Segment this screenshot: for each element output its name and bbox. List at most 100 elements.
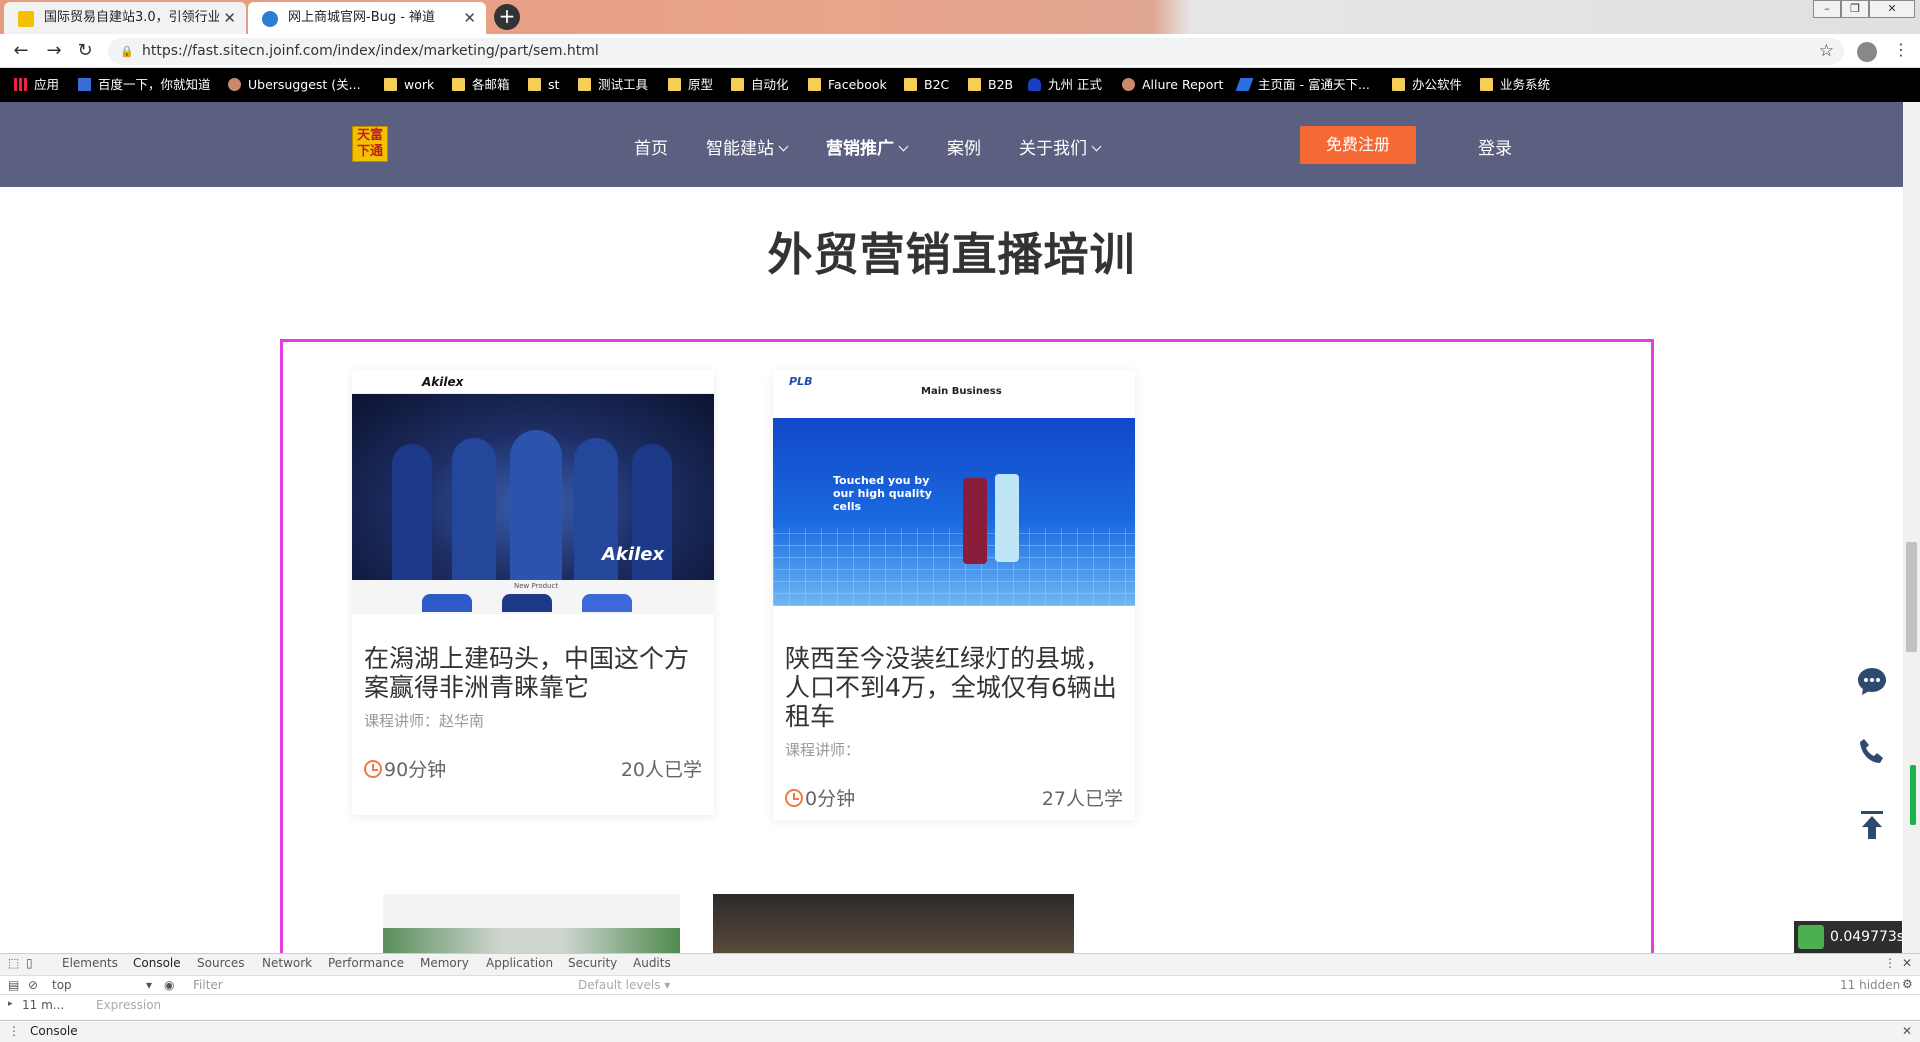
bookmark-baidu[interactable]: 百度一下，你就知道: [78, 76, 211, 94]
thumb-heading: Main Business: [921, 386, 1002, 397]
course-card[interactable]: PLB Main Business Touched you by our hig…: [773, 370, 1135, 820]
devtools-menu-icon[interactable]: ⋮: [1884, 956, 1896, 970]
course-teacher: 课程讲师：: [785, 741, 861, 759]
minimize-window-icon[interactable]: –: [1813, 0, 1841, 18]
thumb-site-header: Akilex: [352, 370, 714, 394]
console-toolbar: ▤ ⊘ top ▾ ◉ Filter Default levels ▾ 11 hi…: [0, 975, 1920, 995]
bookmark-apps[interactable]: 应用: [14, 76, 59, 94]
bookmark-futong[interactable]: 主页面 - 富通天下...: [1235, 76, 1370, 94]
person-icon: [1028, 78, 1041, 91]
bookmark-b2b[interactable]: B2B: [968, 76, 1013, 94]
bookmark-jiuzhou[interactable]: 九州 正式: [1028, 76, 1102, 94]
devtools-tab-sources[interactable]: Sources: [197, 956, 244, 970]
nav-about[interactable]: 关于我们: [1019, 134, 1102, 159]
url-input[interactable]: 🔒 https://fast.sitecn.joinf.com/index/in…: [108, 38, 1844, 65]
bookmark-star-icon[interactable]: ☆: [1819, 38, 1834, 65]
devtools-tab-security[interactable]: Security: [568, 956, 617, 970]
console-filter-input[interactable]: Filter: [193, 978, 223, 992]
course-thumbnail: Akilex Akilex New Product: [352, 370, 714, 614]
bookmark-allure[interactable]: Allure Report: [1122, 76, 1223, 94]
bookmark-automation[interactable]: 自动化: [731, 76, 789, 94]
thumb-brand-overlay: Akilex: [602, 544, 665, 565]
tab-bug[interactable]: 网上商城官网-Bug - 禅道 ✕: [248, 2, 486, 34]
bookmark-st[interactable]: st: [528, 76, 559, 94]
futong-logo-icon: [1235, 78, 1254, 91]
eye-icon[interactable]: ◉: [164, 978, 174, 992]
ubersuggest-icon: [228, 78, 241, 91]
devtools-tab-performance[interactable]: Performance: [328, 956, 404, 970]
device-toolbar-icon[interactable]: ▯: [26, 956, 33, 970]
clear-console-icon[interactable]: ⊘: [28, 978, 38, 992]
nav-marketing[interactable]: 营销推广: [826, 134, 909, 159]
apps-grid-icon: [14, 78, 27, 91]
back-to-top-icon[interactable]: [1855, 808, 1889, 842]
bookmark-work[interactable]: work: [384, 76, 434, 94]
bookmark-business[interactable]: 业务系统: [1480, 76, 1550, 94]
forward-icon[interactable]: →: [43, 40, 65, 62]
thumb-brand-text: Akilex: [422, 375, 464, 389]
bookmark-mailboxes[interactable]: 各邮箱: [452, 76, 510, 94]
nav-home[interactable]: 首页: [634, 134, 668, 159]
course-title[interactable]: 陕西至今没装红绿灯的县城，人口不到4万，全城仅有6辆出租车: [773, 614, 1135, 731]
nav-cases[interactable]: 案例: [947, 134, 981, 159]
menu-kebab-icon[interactable]: ⋮: [1893, 40, 1909, 59]
thumb-site-header: PLB Main Business: [773, 370, 1135, 418]
drawer-menu-icon[interactable]: ⋮: [8, 1024, 20, 1038]
course-learners: 20人已学: [620, 759, 702, 781]
bookmark-test-tools[interactable]: 测试工具: [578, 76, 648, 94]
live-expression-placeholder[interactable]: Expression: [96, 998, 161, 1012]
console-settings-gear-icon[interactable]: ⚙: [1902, 977, 1913, 991]
url-text: https://fast.sitecn.joinf.com/index/inde…: [142, 43, 599, 59]
course-card[interactable]: Akilex Akilex New Product 在潟湖上建码头，中国这个方案…: [352, 370, 714, 815]
phone-icon[interactable]: [1855, 735, 1889, 769]
bookmark-prototype[interactable]: 原型: [668, 76, 713, 94]
register-button[interactable]: 免费注册: [1300, 126, 1416, 164]
tab-active[interactable]: 国际贸易自建站3.0，引领行业变 ✕: [4, 2, 246, 34]
devtools-tab-audits[interactable]: Audits: [633, 956, 671, 970]
scrollbar-thumb[interactable]: [1906, 542, 1917, 652]
tab-title: 国际贸易自建站3.0，引领行业变: [44, 10, 234, 25]
devtools-tab-console[interactable]: Console: [133, 956, 181, 970]
log-levels-select[interactable]: Default levels ▾: [578, 978, 670, 992]
new-tab-button[interactable]: +: [494, 4, 520, 30]
bookmarks-bar: 应用 百度一下，你就知道 Ubersuggest (关... work 各邮箱 …: [0, 68, 1920, 102]
bookmark-ubersuggest[interactable]: Ubersuggest (关...: [228, 76, 361, 94]
page-scrollbar[interactable]: [1903, 102, 1920, 953]
lock-icon: 🔒: [120, 45, 134, 58]
course-meta: 90分钟 20人已学: [352, 731, 714, 791]
reload-icon[interactable]: ↻: [74, 40, 96, 62]
drawer-tab-console[interactable]: Console: [30, 1024, 78, 1038]
profile-avatar[interactable]: [1857, 42, 1877, 62]
course-title[interactable]: 在潟湖上建码头，中国这个方案赢得非洲青睐靠它: [352, 614, 714, 702]
devtools-tab-memory[interactable]: Memory: [420, 956, 469, 970]
devtools-tab-elements[interactable]: Elements: [62, 956, 118, 970]
close-window-icon[interactable]: ✕: [1869, 0, 1915, 18]
login-link[interactable]: 登录: [1478, 134, 1512, 159]
bookmark-facebook[interactable]: Facebook: [808, 76, 887, 94]
chat-bubble-icon[interactable]: [1855, 664, 1889, 698]
bookmark-office[interactable]: 办公软件: [1392, 76, 1462, 94]
sidebar-toggle-icon[interactable]: ▤: [8, 978, 19, 992]
clock-icon: [785, 789, 803, 807]
console-body: ▸ 11 m... Expression: [0, 995, 1920, 1019]
expand-arrow-icon[interactable]: ▸: [8, 999, 13, 1009]
nav-smart-site[interactable]: 智能建站: [706, 134, 789, 159]
close-tab-icon[interactable]: ✕: [463, 2, 476, 34]
back-icon[interactable]: ←: [10, 40, 32, 62]
folder-icon: [968, 78, 981, 91]
folder-icon: [1392, 78, 1405, 91]
devtools-close-icon[interactable]: ✕: [1902, 956, 1912, 970]
context-select[interactable]: top ▾: [52, 978, 152, 992]
drawer-close-icon[interactable]: ✕: [1902, 1024, 1912, 1038]
bookmark-b2c[interactable]: B2C: [904, 76, 949, 94]
maximize-window-icon[interactable]: ❐: [1841, 0, 1869, 18]
close-tab-icon[interactable]: ✕: [219, 2, 236, 34]
site-logo[interactable]: 天富 下通: [352, 126, 388, 162]
inspect-element-icon[interactable]: ⬚: [8, 956, 19, 970]
thumb-caption: New Product: [514, 582, 559, 590]
devtools-tab-application[interactable]: Application: [486, 956, 553, 970]
drawer-tabbar: ⋮ Console ✕: [0, 1020, 1920, 1042]
folder-icon: [904, 78, 917, 91]
course-thumbnail: PLB Main Business Touched you by our hig…: [773, 370, 1135, 614]
devtools-tab-network[interactable]: Network: [262, 956, 312, 970]
